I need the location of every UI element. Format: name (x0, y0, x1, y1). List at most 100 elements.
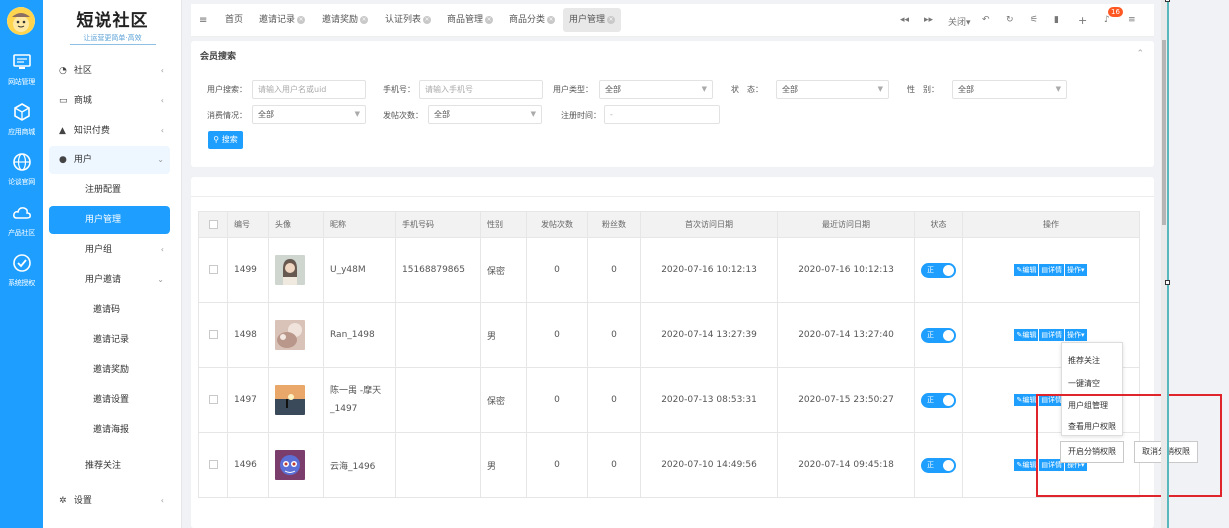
edit-button[interactable]: ✎编辑 (1014, 329, 1039, 341)
cell-phone (395, 302, 481, 368)
gear-icon: ✲ (59, 496, 67, 506)
cell-posts: 0 (526, 432, 588, 498)
select-all-cell[interactable] (198, 211, 228, 238)
edit-button[interactable]: ✎编辑 (1014, 459, 1039, 471)
toggle-label: 正 (927, 330, 934, 339)
menu-item-clear-all[interactable]: 一键清空 (1068, 378, 1100, 389)
table-header-row: 编号 头像 昵称 手机号码 性别 发帖次数 粉丝数 首次访问日期 最近访问日期 … (198, 211, 1140, 238)
refresh-icon[interactable]: ↻ (1006, 15, 1014, 25)
status-toggle[interactable]: 正 (921, 392, 956, 408)
logo-avatar (7, 7, 35, 35)
sidebar-item-user-group[interactable]: 用户组 ‹ (49, 236, 170, 264)
close-icon[interactable]: × (423, 15, 432, 24)
row-checkbox[interactable] (208, 395, 218, 404)
user-search-input[interactable]: 请输入用户名或uid (252, 80, 366, 99)
close-icon[interactable]: × (547, 15, 556, 24)
table-toolbar (191, 177, 1154, 197)
gender-select[interactable]: 全部 ▼ (952, 80, 1067, 99)
sidebar-item-community[interactable]: ◔ 社区 ‹ (49, 57, 170, 85)
collapse-icon[interactable]: ⌃ (1136, 49, 1144, 59)
scroll-left-icon[interactable]: ◂◂ (900, 15, 909, 25)
status-select[interactable]: 全部 ▼ (776, 80, 889, 99)
tab-home[interactable]: 首页 (219, 8, 249, 32)
select-value: 全部 (434, 110, 450, 119)
register-time-input[interactable]: - (604, 105, 720, 124)
status-toggle[interactable]: 正 (921, 262, 956, 278)
user-type-select[interactable]: 全部 ▼ (599, 80, 713, 99)
scroll-right-icon[interactable]: ▸▸ (924, 15, 933, 25)
back-icon[interactable]: ↶ (982, 15, 990, 25)
col-header-status: 状态 (914, 211, 963, 238)
tab-user-management[interactable]: 用户管理 × (563, 8, 622, 32)
phone-input[interactable]: 请输入手机号 (419, 80, 543, 99)
operation-dropdown-button[interactable]: 操作▾ (1064, 264, 1087, 276)
caret-down-icon: ▼ (354, 110, 360, 118)
close-icon[interactable]: × (485, 15, 494, 24)
button-label: 编辑 (1022, 266, 1037, 274)
app-forum-site[interactable]: 论谈官网 (0, 152, 43, 202)
detail-button[interactable]: ▤详情 (1039, 264, 1064, 276)
caret-down-icon: ▼ (877, 85, 883, 93)
select-all-checkbox[interactable] (208, 220, 218, 229)
sidebar-item-register-config[interactable]: 注册配置 (49, 176, 170, 204)
tab-auth-list[interactable]: 认证列表 × (379, 8, 437, 32)
app-website-admin[interactable]: 网站管理 (0, 52, 43, 102)
button-label: 编辑 (1022, 461, 1037, 469)
operation-dropdown-button[interactable]: 操作▾ (1064, 329, 1087, 341)
scrollbar-thumb[interactable] (1162, 40, 1166, 225)
consume-select[interactable]: 全部 ▼ (252, 105, 366, 124)
close-icon[interactable]: × (297, 15, 306, 24)
detail-button[interactable]: ▤详情 (1039, 329, 1064, 341)
search-button[interactable]: ⚲ 搜索 (208, 131, 243, 149)
sidebar-item-label: 设置 (73, 496, 92, 506)
tab-goods-category[interactable]: 商品分类 × (503, 8, 561, 32)
app-system-license[interactable]: 系统授权 (0, 253, 43, 303)
button-label: 操作 (1066, 331, 1081, 339)
tab-goods-management[interactable]: 商品管理 × (441, 8, 499, 32)
trash-icon[interactable]: ▮ (1054, 15, 1059, 25)
sidebar-item-settings[interactable]: ✲ 设置 ‹ (49, 487, 170, 515)
col-header-first-visit: 首次访问日期 (640, 211, 778, 238)
bell-icon[interactable]: ♪ (1104, 15, 1110, 25)
sidebar-item-mall[interactable]: ▭ 商城 ‹ (49, 87, 170, 115)
sidebar-item-user-invite[interactable]: 用户邀请 ⌄ (49, 266, 170, 294)
search-button-label: 搜索 (221, 135, 238, 144)
caret-down-icon: ▼ (1055, 85, 1061, 93)
post-count-select[interactable]: 全部 ▼ (428, 105, 542, 124)
clear-cache-icon[interactable]: ⚟ (1030, 15, 1038, 25)
row-checkbox[interactable] (208, 265, 218, 274)
menu-item-recommend-follow[interactable]: 推荐关注 (1068, 355, 1100, 366)
resize-handle[interactable] (1165, 0, 1170, 2)
row-checkbox[interactable] (208, 460, 218, 469)
resize-handle[interactable] (1165, 280, 1170, 285)
tab-invite-records[interactable]: 邀请记录 × (253, 8, 311, 32)
row-checkbox[interactable] (208, 330, 218, 339)
sidebar-item-users[interactable]: ● 用户 ⌄ (49, 146, 170, 174)
close-tabs-dropdown[interactable]: 关闭▾ (948, 15, 971, 28)
list-icon[interactable]: ≡ (1128, 15, 1136, 25)
chevron-left-icon: ‹ (160, 496, 164, 505)
status-toggle[interactable]: 正 (921, 457, 956, 473)
table-row: 1499 U_y48M 15168879865 保密 0 0 2020-07-1… (198, 237, 1140, 303)
sidebar-item-invite-settings[interactable]: 邀请设置 (49, 386, 170, 414)
sidebar-item-invite-code[interactable]: 邀请码 (49, 296, 170, 324)
close-icon[interactable]: × (607, 15, 616, 24)
menu-toggle-icon[interactable]: ≡ (199, 15, 207, 26)
cell-nickname: 陈一禺 -摩天_1497 (323, 367, 396, 433)
monitor-icon (11, 52, 33, 74)
cell-gender: 男 (480, 302, 527, 368)
sidebar-item-knowledge[interactable]: ▲ 知识付费 ‹ (49, 117, 170, 145)
close-icon[interactable]: × (360, 15, 369, 24)
sidebar-item-invite-poster[interactable]: 邀请海报 (49, 416, 170, 444)
sidebar-item-invite-rewards[interactable]: 邀请奖励 (49, 356, 170, 384)
edit-button[interactable]: ✎编辑 (1014, 264, 1039, 276)
status-toggle[interactable]: 正 (921, 327, 956, 343)
edit-button[interactable]: ✎编辑 (1014, 394, 1039, 406)
sidebar-item-user-management[interactable]: 用户管理 (49, 206, 170, 234)
add-icon[interactable]: + (1078, 14, 1087, 27)
sidebar-item-recommend-follow[interactable]: 推荐关注 (49, 452, 170, 480)
app-product-community[interactable]: 产品社区 (0, 203, 43, 253)
sidebar-item-invite-records[interactable]: 邀请记录 (49, 326, 170, 354)
tab-invite-rewards[interactable]: 邀请奖励 × (316, 8, 374, 32)
app-store[interactable]: 应用商城 (0, 102, 43, 152)
